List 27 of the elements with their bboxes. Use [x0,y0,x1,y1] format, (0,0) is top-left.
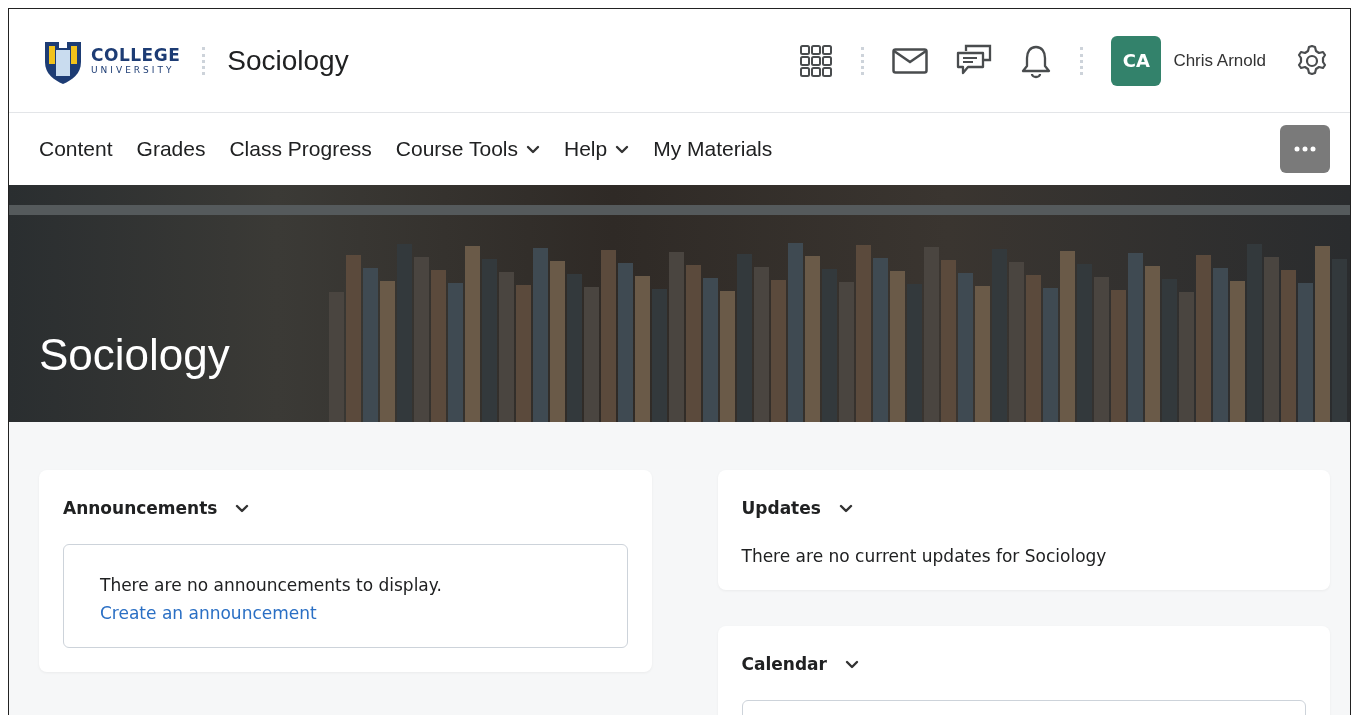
logo-subtitle: UNIVERSITY [91,65,176,75]
mail-icon[interactable] [892,47,929,74]
nav-link[interactable]: Content [39,137,113,161]
chevron-down-icon[interactable] [615,144,630,154]
nav-link[interactable]: Grades [136,137,206,161]
app-grid-icon[interactable] [799,43,834,78]
user-name[interactable]: Chris Arnold [1173,50,1266,71]
nav-link[interactable]: Class Progress [229,137,372,161]
chevron-down-icon[interactable] [526,144,540,154]
logo-wordmark: COLLEGE [91,46,181,64]
widget-message: There are no current updates for Sociology [741,546,1108,566]
chevron-down-icon[interactable] [844,659,859,669]
chevron-down-icon[interactable] [235,503,250,513]
widget-title: Updates [741,498,821,518]
chevron-down-icon[interactable] [838,503,853,513]
create-announcement-link[interactable]: Create an announcement [100,603,591,623]
more-options-button[interactable] [1280,125,1330,173]
user-avatar[interactable]: CA [1111,35,1162,86]
widget-title: Announcements [63,498,218,518]
empty-message: There are no announcements to display. [100,575,443,595]
nav-link[interactable]: Help [564,137,630,161]
nav-link[interactable]: My Materials [653,137,773,161]
banner-title: Sociology [39,330,230,380]
widget-title: Calendar [741,654,827,674]
ellipsis-icon [1294,146,1316,152]
nav-link[interactable]: Course Tools [395,137,540,161]
course-title[interactable]: Sociology [227,44,349,77]
